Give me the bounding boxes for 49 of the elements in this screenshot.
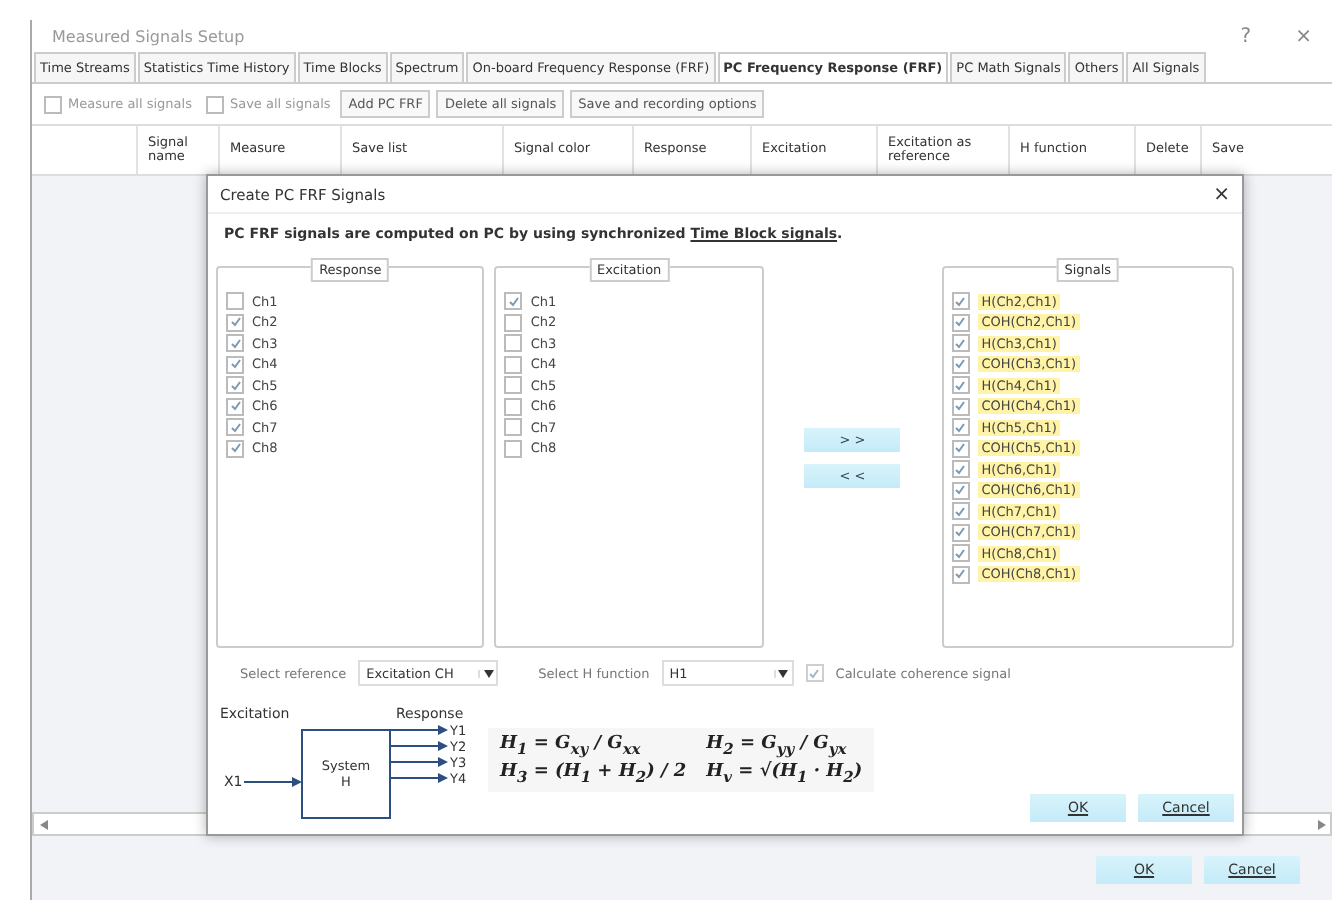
output-arrow: [389, 773, 448, 783]
output-arrow: [389, 757, 448, 767]
checked-checkbox[interactable]: [951, 418, 970, 437]
checked-checkbox[interactable]: [226, 397, 244, 416]
checkbox[interactable]: [504, 355, 523, 374]
formula: H$_{2}$ = G$_{yy}$ / G$_{yx}$: [706, 734, 849, 758]
checked-checkbox[interactable]: [951, 481, 970, 500]
window-title: Measured Signals Setup: [52, 27, 247, 45]
checked-checkbox[interactable]: [951, 334, 970, 353]
formula: H$_{1}$ = G$_{xy}$ / G$_{xx}$: [500, 734, 643, 758]
checkbox[interactable]: [205, 95, 224, 113]
close-button[interactable]: ×: [1213, 183, 1230, 206]
formula: H$_{3}$ = (H$_{1}$ + H$_{2}$) / 2: [500, 762, 687, 786]
checkbox[interactable]: [504, 418, 523, 437]
scroll-right-icon[interactable]: [1312, 816, 1330, 832]
checked-checkbox[interactable]: [504, 292, 523, 311]
caret-icon[interactable]: [483, 669, 494, 677]
checked-checkbox[interactable]: [951, 313, 970, 332]
checkbox[interactable]: [504, 334, 523, 353]
checked-checkbox[interactable]: [951, 355, 970, 374]
output-arrow: [389, 725, 448, 735]
input-arrow: [243, 777, 302, 787]
checked-checkbox[interactable]: [951, 544, 970, 563]
checked-checkbox[interactable]: [226, 439, 244, 458]
checkbox[interactable]: [44, 95, 62, 113]
close-button[interactable]: ×: [1295, 25, 1312, 47]
checked-checkbox[interactable]: [951, 376, 970, 395]
checked-checkbox[interactable]: [951, 565, 970, 584]
checked-checkbox[interactable]: [226, 313, 244, 332]
checked-checkbox[interactable]: [951, 523, 970, 542]
checked-checkbox[interactable]: [951, 460, 970, 479]
caret-icon[interactable]: [778, 669, 789, 677]
checked-checkbox[interactable]: [226, 418, 244, 437]
checkbox[interactable]: [504, 376, 523, 395]
checkbox[interactable]: [226, 292, 244, 311]
formula: H$_{v}$ = √(H$_{1}$ · H$_{2}$): [706, 762, 863, 786]
output-arrow: [389, 741, 448, 751]
checkbox[interactable]: [504, 439, 523, 458]
checked-checkbox[interactable]: [951, 397, 970, 416]
checkbox[interactable]: [504, 313, 523, 332]
checked-checkbox[interactable]: [951, 292, 970, 311]
checkbox[interactable]: [504, 397, 523, 416]
checked-checkbox[interactable]: [226, 355, 244, 374]
checked-checkbox[interactable]: [805, 664, 824, 682]
help-button[interactable]: ?: [1240, 25, 1252, 47]
checked-checkbox[interactable]: [951, 502, 970, 521]
checked-checkbox[interactable]: [226, 334, 244, 353]
checked-checkbox[interactable]: [951, 439, 970, 458]
checked-checkbox[interactable]: [226, 376, 244, 395]
